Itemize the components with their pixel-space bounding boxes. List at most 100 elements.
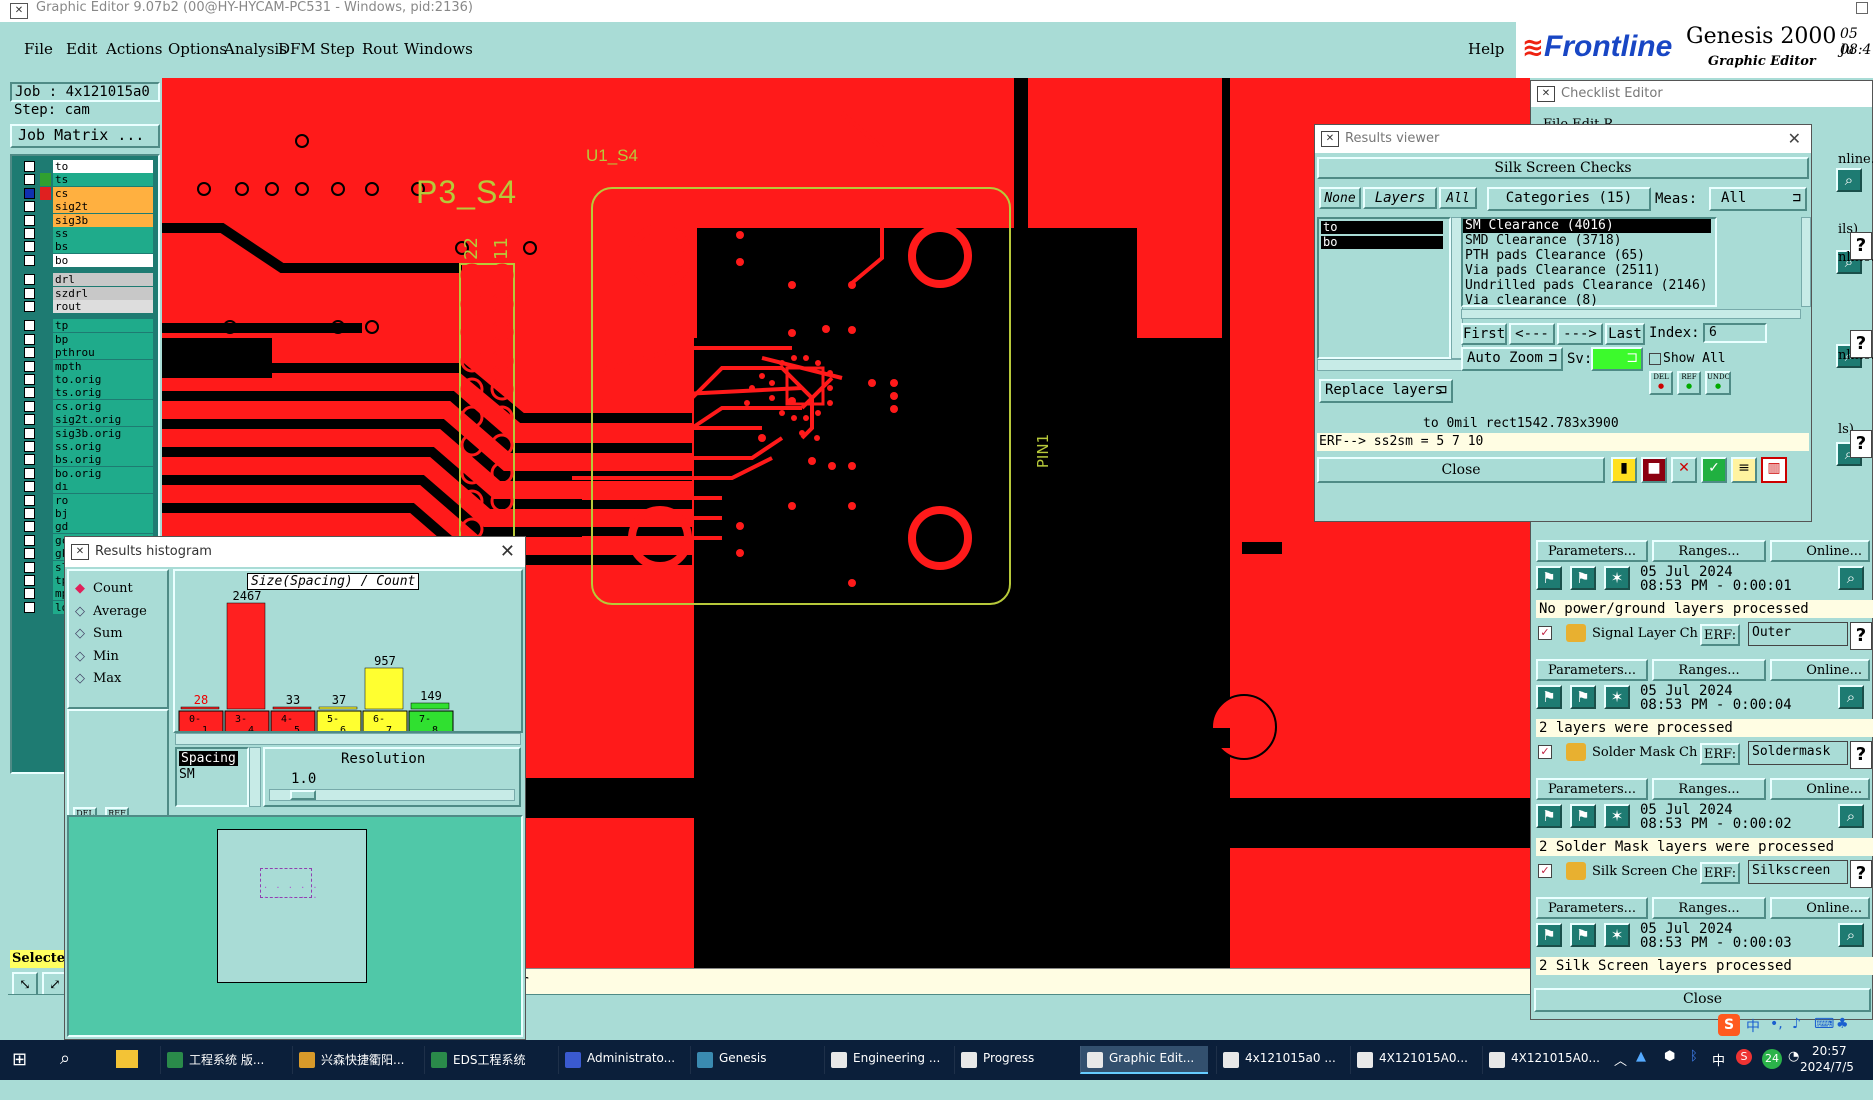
- checklist-online-button[interactable]: Online...: [1770, 897, 1870, 919]
- checklist-erf-value[interactable]: Silkscreen: [1748, 860, 1848, 884]
- checklist-help-icon[interactable]: ?: [1850, 622, 1872, 650]
- checklist-run-step-icon[interactable]: ⚑: [1570, 804, 1596, 828]
- checklist-run-step-icon[interactable]: ⚑: [1570, 566, 1596, 590]
- layer-checkbox[interactable]: [24, 427, 35, 439]
- layer-checkbox[interactable]: [24, 454, 35, 466]
- nav-next-button[interactable]: --->: [1557, 323, 1603, 345]
- file-explorer-icon[interactable]: [116, 1050, 138, 1068]
- rv-category-item[interactable]: SM Clearance (4016): [1463, 219, 1711, 233]
- checklist-online-fragment[interactable]: nline...: [1838, 152, 1873, 167]
- resolution-slider-thumb[interactable]: [290, 790, 316, 800]
- window-maximize-icon[interactable]: [1856, 2, 1868, 14]
- histogram-bar[interactable]: [364, 667, 404, 710]
- checklist-parameters-button[interactable]: Parameters...: [1536, 540, 1648, 562]
- layer-checkbox[interactable]: [24, 481, 35, 493]
- rv-category-item[interactable]: SMD Clearance (3718): [1463, 234, 1711, 248]
- checklist-run-stop-icon[interactable]: ✶: [1604, 566, 1630, 590]
- replace-layers-select[interactable]: Replace layers ⊐: [1319, 379, 1453, 403]
- rv-tool-cross-icon[interactable]: ✕: [1671, 457, 1697, 483]
- checklist-run-step-icon[interactable]: ⚑: [1570, 685, 1596, 709]
- ime-punct-icon[interactable]: •,: [1770, 1016, 1783, 1032]
- histogram-bar[interactable]: [226, 602, 266, 710]
- menu-file[interactable]: File: [24, 40, 53, 58]
- layer-checkbox[interactable]: [24, 508, 35, 519]
- checklist-ranges-button[interactable]: Ranges...: [1652, 659, 1766, 681]
- ime-toolbar[interactable]: S 中 •, ♪ ⌨ ♣: [1718, 1014, 1873, 1038]
- clock-date[interactable]: 2024/7/5: [1800, 1060, 1854, 1074]
- ime-skin-icon[interactable]: ♣: [1836, 1016, 1849, 1032]
- layer-checkbox[interactable]: [24, 575, 35, 586]
- nav-prev-button[interactable]: <---: [1509, 323, 1555, 345]
- checklist-zoom-icon[interactable]: ⌕: [1838, 685, 1864, 709]
- checklist-zoom-icon[interactable]: ⌕: [1838, 566, 1864, 590]
- layer-checkbox[interactable]: [24, 588, 35, 600]
- nav-first-button[interactable]: First: [1461, 323, 1507, 345]
- layer-checkbox[interactable]: [24, 201, 35, 213]
- rv-tool-record-icon[interactable]: ■: [1641, 457, 1667, 483]
- menu-windows[interactable]: Windows: [404, 40, 473, 58]
- checklist-parameters-button[interactable]: Parameters...: [1536, 897, 1648, 919]
- checklist-zoom-icon[interactable]: ⌕: [1838, 804, 1864, 828]
- histogram-bar[interactable]: [272, 706, 312, 710]
- layer-checkbox[interactable]: [24, 414, 35, 426]
- checklist-online-button[interactable]: Online...: [1770, 540, 1870, 562]
- histogram-mode-max[interactable]: ◇ Max: [75, 671, 121, 686]
- results-viewer-close-icon[interactable]: ✕: [1788, 125, 1801, 153]
- clock-time[interactable]: 20:57: [1812, 1044, 1847, 1058]
- auto-zoom-select[interactable]: Auto Zoom ⊐: [1461, 347, 1563, 371]
- checklist-close-button[interactable]: Close: [1534, 988, 1871, 1012]
- layer-checkbox[interactable]: [24, 228, 35, 239]
- checklist-run-icon[interactable]: ⚑: [1536, 923, 1562, 947]
- checklist-item-name[interactable]: Solder Mask Ch: [1592, 745, 1698, 760]
- checklist-parameters-button[interactable]: Parameters...: [1536, 778, 1648, 800]
- layers-button[interactable]: Layers: [1363, 187, 1437, 209]
- layer-checkbox[interactable]: [24, 601, 35, 613]
- layer-checkbox[interactable]: [24, 561, 35, 573]
- layer-checkbox[interactable]: [24, 347, 35, 359]
- layer-checkbox[interactable]: [24, 241, 35, 253]
- checklist-erf-value[interactable]: Outer: [1748, 622, 1848, 646]
- checklist-item-checkbox[interactable]: ✓: [1538, 745, 1552, 759]
- layer-checkbox[interactable]: [24, 467, 35, 479]
- checklist-run-step-icon[interactable]: ⚑: [1570, 923, 1596, 947]
- menu-edit[interactable]: Edit: [66, 40, 97, 58]
- checklist-help-icon[interactable]: ?: [1850, 430, 1872, 458]
- rv-tool-check-icon[interactable]: ✓: [1701, 457, 1727, 483]
- layer-checkbox[interactable]: [24, 287, 35, 299]
- checklist-run-icon[interactable]: ⚑: [1536, 685, 1562, 709]
- radio-icon[interactable]: ◇: [75, 604, 89, 619]
- histogram-mode-sum[interactable]: ◇ Sum: [75, 626, 123, 641]
- taskbar-item[interactable]: 4X121015A0...: [1350, 1046, 1478, 1074]
- layer-checkbox[interactable]: [24, 214, 35, 226]
- taskbar-item[interactable]: Progress: [954, 1046, 1082, 1074]
- menu-options[interactable]: Options: [168, 40, 227, 58]
- rv-tool-chart-icon[interactable]: ▥: [1761, 457, 1787, 483]
- rv-category-item[interactable]: PTH pads Clearance (65): [1463, 249, 1711, 263]
- taskbar-item[interactable]: Engineering ...: [824, 1046, 952, 1074]
- categories-button[interactable]: Categories (15): [1487, 187, 1651, 211]
- taskbar-item[interactable]: Genesis: [690, 1046, 818, 1074]
- layer-checkbox[interactable]: [24, 174, 35, 186]
- taskbar-item[interactable]: 4X121015A0...: [1482, 1046, 1610, 1074]
- layers-all-button[interactable]: All: [1439, 187, 1477, 209]
- radio-icon[interactable]: ◇: [75, 626, 89, 641]
- checklist-run-icon[interactable]: ⚑: [1536, 566, 1562, 590]
- menu-dfm[interactable]: DFM: [278, 40, 316, 58]
- histogram-bar[interactable]: [318, 706, 358, 710]
- menu-help[interactable]: Help: [1468, 40, 1504, 58]
- checklist-erf-button[interactable]: ERF:: [1700, 624, 1740, 646]
- checklist-parameters-button[interactable]: Parameters...: [1536, 659, 1648, 681]
- rv-category-item[interactable]: Via pads Clearance (2511): [1463, 264, 1711, 278]
- layer-checkbox[interactable]: [24, 320, 35, 332]
- layer-checkbox[interactable]: [24, 360, 35, 372]
- layer-checkbox[interactable]: [24, 333, 35, 345]
- checklist-ranges-button[interactable]: Ranges...: [1652, 540, 1766, 562]
- rv-layer-item[interactable]: to: [1321, 221, 1443, 234]
- checklist-help-icon[interactable]: ?: [1850, 330, 1872, 358]
- taskbar-item[interactable]: EDS工程系统: [424, 1046, 552, 1074]
- histogram-mode-count[interactable]: ◆ Count: [75, 581, 133, 596]
- ime-keyboard-icon[interactable]: ⌨: [1814, 1016, 1834, 1032]
- ime-mic-icon[interactable]: ♪: [1792, 1016, 1801, 1032]
- checklist-run-stop-icon[interactable]: ✶: [1604, 804, 1630, 828]
- radio-selected-icon[interactable]: ◆: [75, 581, 89, 596]
